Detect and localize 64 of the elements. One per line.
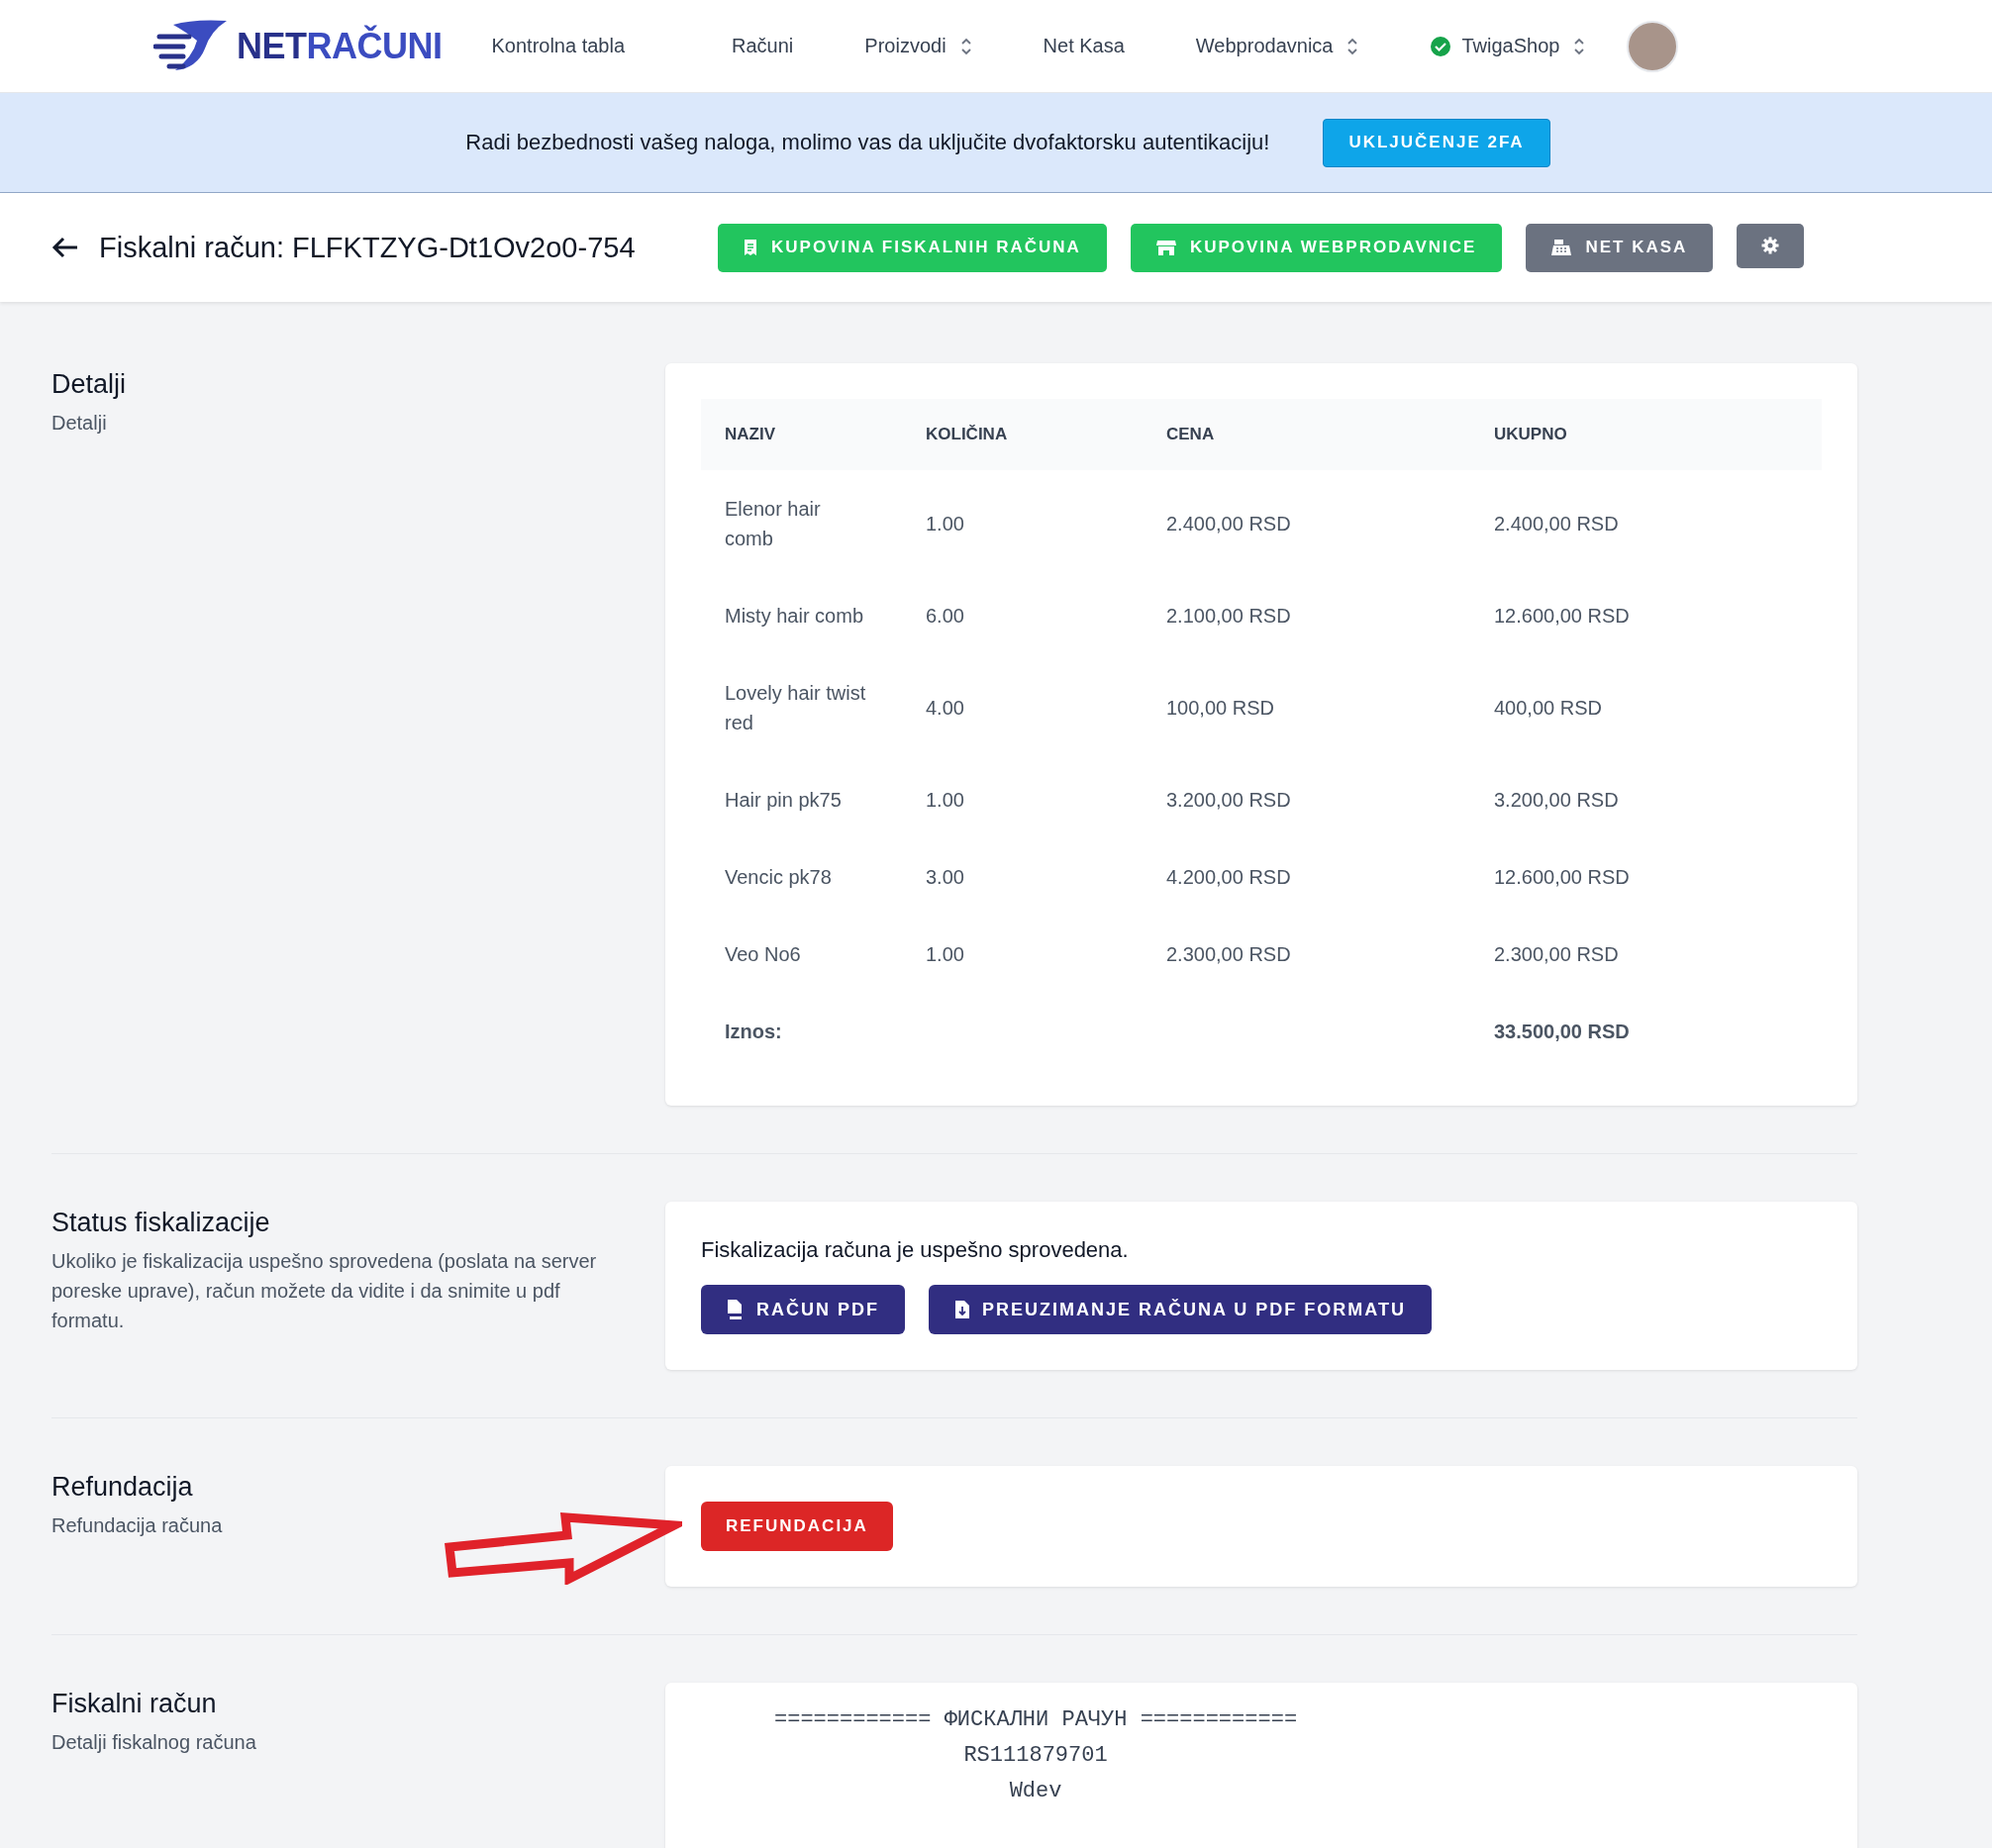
table-cell-text: 3.200,00 RSD: [1493, 788, 1620, 813]
nav-link[interactable]: Net Kasa: [1043, 35, 1125, 57]
table-cell-text: 2.300,00 RSD: [1165, 942, 1292, 967]
table-cell-text: Hair pin pk75: [724, 788, 843, 813]
cash-register-icon: [1551, 239, 1572, 256]
pdf-button[interactable]: RAČUN PDF: [701, 1285, 905, 1334]
table-cell-text: 2.100,00 RSD: [1165, 604, 1292, 629]
table-cell-text: 3.00: [925, 865, 965, 890]
table-cell-text: Veo No6: [724, 942, 802, 967]
section-title: Detalji: [51, 369, 128, 400]
section-title: Refundacija: [51, 1472, 194, 1503]
refund-button[interactable]: REFUNDACIJA: [701, 1502, 893, 1551]
table-cell-text: 400,00 RSD: [1493, 696, 1603, 721]
table-cell-text: Vencic pk78: [724, 865, 833, 890]
table-cell-text: 4.00: [925, 696, 965, 721]
back-arrow-icon[interactable]: [51, 237, 79, 258]
receipt-text: ============ ФИСКАЛНИ РАЧУН ============ RS111879701 Wdev: [774, 1706, 1298, 1805]
column-header: CENA: [1143, 399, 1470, 470]
settings-button[interactable]: [1737, 223, 1805, 268]
security-message: Radi bezbednosti vašeg naloga, molimo vas da uključite dvofaktorsku autentikaciju!: [465, 130, 1270, 155]
table-cell-text: 12.600,00 RSD: [1493, 865, 1631, 890]
table-cell-text: Misty hair comb: [724, 604, 865, 629]
table-cell-text: Lovely hair twist red: [724, 681, 867, 735]
total-label: Iznos:: [724, 1020, 783, 1044]
table-cell-text: 2.400,00 RSD: [1165, 512, 1292, 536]
logo-text: NETRAČUNI: [237, 25, 443, 67]
chevron-updown-icon: [1346, 37, 1359, 55]
column-header: KOLIČINA: [902, 399, 1143, 470]
table-cell-text: 3.200,00 RSD: [1165, 788, 1292, 813]
nav-link[interactable]: Računi: [732, 35, 794, 57]
nav-link[interactable]: Webprodavnica: [1195, 35, 1359, 57]
column-header: NAZIV: [701, 399, 902, 470]
section-title: Status fiskalizacije: [51, 1208, 271, 1238]
action-button[interactable]: NET KASA: [1526, 223, 1714, 272]
status-message: Fiskalizacija računa je uspešno sprovedena.: [701, 1237, 1130, 1263]
page-title: Fiskalni račun: FLFKTZYG-Dt1Ov2o0-754: [99, 231, 637, 264]
column-header: UKUPNO: [1470, 399, 1822, 470]
section-description: Detalji fiskalnog računa: [51, 1730, 257, 1755]
section-title: Fiskalni račun: [51, 1689, 218, 1719]
table-cell-text: 2.400,00 RSD: [1493, 512, 1620, 536]
receipt-icon: [744, 239, 757, 256]
section-description: Detalji: [51, 411, 108, 436]
nav-link[interactable]: Proizvodi: [864, 35, 972, 57]
file-download-icon: [954, 1300, 970, 1319]
table-cell-text: 4.200,00 RSD: [1165, 865, 1292, 890]
section-description: Refundacija računa: [51, 1513, 224, 1538]
chevron-updown-icon: [1573, 37, 1586, 55]
total-value: 33.500,00 RSD: [1493, 1020, 1631, 1044]
table-cell-text: 1.00: [925, 512, 965, 536]
settings-icon: [1761, 237, 1780, 254]
store-icon: [1155, 239, 1176, 256]
table-cell-text: Elenor hair comb: [724, 497, 822, 551]
table-cell-text: 2.300,00 RSD: [1493, 942, 1620, 967]
table-cell-text: 6.00: [925, 604, 965, 629]
pdf-file-icon: [727, 1299, 745, 1320]
table-cell-text: 100,00 RSD: [1165, 696, 1275, 721]
section-description: Ukoliko je fiskalizacija uspešno sprovedena (poslata na server poreske uprave), račun možete da vidite i da snimite u pdf formatu.: [51, 1249, 598, 1333]
table-cell-text: 12.600,00 RSD: [1493, 604, 1631, 629]
shop-selector[interactable]: TwigaShop: [1461, 35, 1586, 57]
chevron-updown-icon: [959, 37, 972, 55]
nav-link[interactable]: Kontrolna tabla: [491, 35, 626, 57]
pdf-button[interactable]: PREUZIMANJE RAČUNA U PDF FORMATU: [929, 1285, 1432, 1334]
table-cell-text: 1.00: [925, 788, 965, 813]
table-cell-text: 1.00: [925, 942, 965, 967]
